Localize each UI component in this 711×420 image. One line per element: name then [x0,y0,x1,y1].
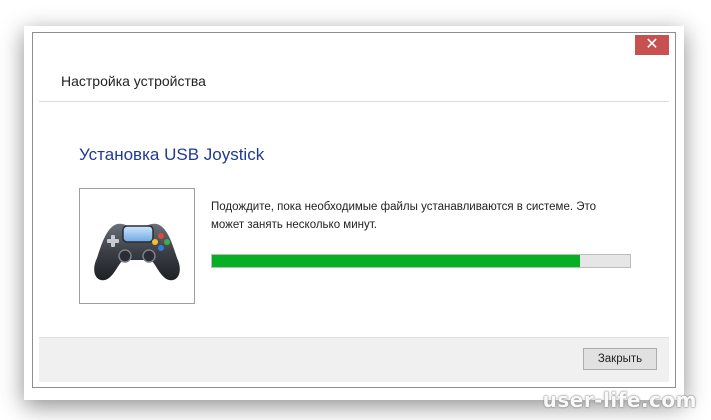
install-progress-bar [211,254,631,268]
install-message: Подождите, пока необходимые файлы устана… [211,201,597,231]
install-heading: Установка USB Joystick [79,145,265,164]
install-progress-fill [212,255,580,267]
window-title: Настройка устройства [61,73,206,89]
dialog-footer: Закрыть [39,337,669,382]
device-setup-dialog: ✕ Настройка устройства Установка USB Joy… [32,32,676,388]
close-icon: ✕ [645,36,659,53]
close-window-button[interactable]: ✕ [635,35,669,55]
close-button[interactable]: Закрыть [583,348,657,370]
device-icon-frame [79,188,195,304]
watermark: user-life.com [542,388,697,412]
gamepad-icon [94,223,180,281]
content-area: Установка USB Joystick Подождите, пока н… [39,101,669,338]
